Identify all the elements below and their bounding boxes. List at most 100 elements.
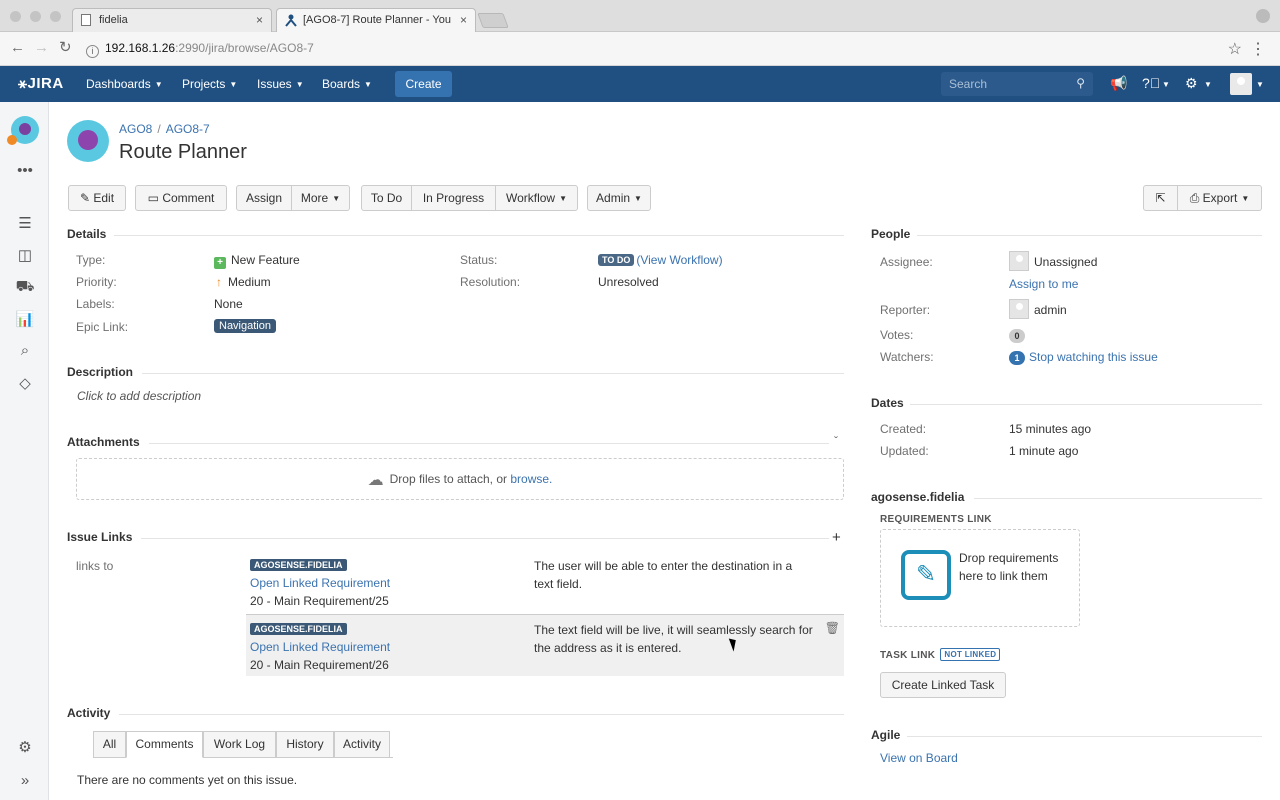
reporter-value: admin [1034,303,1067,317]
watchers-label: Watchers: [880,350,934,364]
settings-gear-icon[interactable]: ⚙ [15,738,35,756]
dropzone-text: Drop requirements here to link them [959,551,1059,583]
more-button[interactable]: More ▼ [292,185,350,211]
open-linked-requirement-link[interactable]: Open Linked Requirement [250,576,390,590]
project-sidebar: ••• ☰ ◫ ⛟ 📊 ⌕ ◇ ⚙ » [0,102,49,800]
nav-label: Boards [322,77,361,91]
jira-logo-text: JIRA [27,75,64,92]
maximize-window-dot[interactable] [50,11,61,22]
browser-menu-icon[interactable]: ⋮ [1250,39,1266,59]
task-link-label: TASK LINK [880,650,936,661]
priority-text: Medium [228,275,271,289]
stop-watching-link[interactable]: Stop watching this issue [1029,350,1158,364]
releases-icon[interactable]: ⛟ [15,278,35,297]
tab-activity[interactable]: Activity [334,731,390,758]
gear-icon[interactable]: ⚙ [1185,75,1198,92]
votes-value[interactable]: 0 [1009,328,1025,343]
issues-icon[interactable]: ⌕ [15,342,35,359]
nav-dashboards[interactable]: Dashboards ▼ [86,77,163,91]
votes-label: Votes: [880,328,914,342]
share-icon: ⇱ [1155,191,1166,205]
tab-work-log[interactable]: Work Log [203,731,276,758]
epic-link-value[interactable]: Navigation [214,318,276,333]
jira-logo[interactable]: ⚹JIRA [18,75,64,92]
view-on-board-link[interactable]: View on Board [880,751,958,765]
type-value: + New Feature [214,253,300,269]
nav-boards[interactable]: Boards ▼ [322,77,372,91]
view-workflow-link[interactable]: (View Workflow) [636,253,722,267]
assign-button[interactable]: Assign [236,185,292,211]
description-field[interactable]: Click to add description [77,389,201,403]
expand-sidebar-icon[interactable]: » [15,772,35,789]
comment-button[interactable]: ▭ Comment [135,185,227,211]
bookmark-star-icon[interactable]: ☆ [1228,39,1242,59]
edit-icon: ✎ [901,550,951,600]
tab-history[interactable]: History [276,731,334,758]
close-tab-icon[interactable]: × [256,13,263,27]
browser-tab-fidelia[interactable]: fidelia × [72,8,272,32]
browser-tab-route-planner[interactable]: [AGO8-7] Route Planner - You × [276,8,476,32]
workflow-button[interactable]: Workflow ▼ [496,185,578,211]
details-heading: Details [67,227,107,241]
tab-title: fidelia [99,14,128,26]
create-button[interactable]: Create [395,71,452,97]
forward-arrow-icon[interactable]: → [34,40,49,56]
breadcrumb: AGO8/AGO8-7 [119,122,210,136]
user-avatar[interactable] [1230,73,1252,95]
browser-tab-bar: fidelia × [AGO8-7] Route Planner - You × [0,0,1280,32]
url-field[interactable]: i 192.168.1.26:2990/jira/browse/AGO8-7 [86,38,314,58]
breadcrumb-project[interactable]: AGO8 [119,122,152,136]
admin-button[interactable]: Admin ▼ [587,185,651,211]
button-label: More [300,191,329,205]
todo-button[interactable]: To Do [361,185,412,211]
new-tab-button[interactable] [477,13,509,28]
close-window-dot[interactable] [10,11,21,22]
jira-header: ⚹JIRA Dashboards ▼ Projects ▼ Issues ▼ Boar… [0,66,1280,102]
tab-comments[interactable]: Comments [126,731,203,758]
in-progress-button[interactable]: In Progress [412,185,496,211]
reload-icon[interactable]: ↻ [59,40,72,56]
attachments-options-icon[interactable]: ˇ [834,434,838,448]
section-divider [910,404,1262,405]
type-label: Type: [76,253,106,267]
board-icon[interactable]: ◫ [15,246,35,264]
nav-issues[interactable]: Issues ▼ [257,77,304,91]
chevron-down-icon: ▼ [1162,80,1170,89]
page-title: Route Planner [119,141,247,163]
create-linked-task-button[interactable]: Create Linked Task [880,672,1006,698]
assign-to-me-link[interactable]: Assign to me [1009,277,1078,291]
components-icon[interactable]: ◇ [15,374,35,392]
dropzone-text: Drop files to attach, or [389,472,507,486]
nav-projects[interactable]: Projects ▼ [182,77,237,91]
more-icon[interactable]: ••• [15,162,35,179]
search-input[interactable]: Search ⚲ [941,72,1093,96]
back-arrow-icon[interactable]: ← [10,40,25,56]
section-divider [907,736,1262,737]
share-button[interactable]: ⇱ [1143,185,1178,211]
megaphone-icon[interactable]: 📢 [1110,75,1127,92]
requirements-dropzone[interactable]: ✎ Drop requirements here to link them [880,529,1080,627]
tab-all[interactable]: All [93,731,126,758]
epic-link-label: Epic Link: [76,320,129,334]
button-label: Workflow [505,191,556,205]
trash-icon[interactable]: 🗑 [825,621,840,635]
notification-dot [7,135,17,145]
browser-profile-icon[interactable] [1256,9,1270,23]
attachment-dropzone[interactable]: ☁ Drop files to attach, or browse. [76,458,844,500]
chevron-down-icon: ▼ [1204,80,1212,89]
reports-icon[interactable]: 📊 [15,310,35,328]
watchers-badge[interactable]: 1 [1009,351,1025,365]
browse-link[interactable]: browse. [510,472,552,486]
edit-button[interactable]: ✎ Edit [68,185,126,211]
backlog-icon[interactable]: ☰ [15,214,35,232]
help-icon[interactable]: ?⃝ [1142,75,1160,91]
requirement-id: 20 - Main Requirement/25 [250,594,389,608]
export-button[interactable]: ⎙ Export ▼ [1178,185,1262,211]
link-relation-label: links to [76,559,114,573]
open-linked-requirement-link[interactable]: Open Linked Requirement [250,640,390,654]
info-icon[interactable]: i [86,45,99,58]
breadcrumb-issue[interactable]: AGO8-7 [166,122,210,136]
add-link-icon[interactable]: + [832,529,841,546]
minimize-window-dot[interactable] [30,11,41,22]
close-tab-icon[interactable]: × [460,13,467,27]
